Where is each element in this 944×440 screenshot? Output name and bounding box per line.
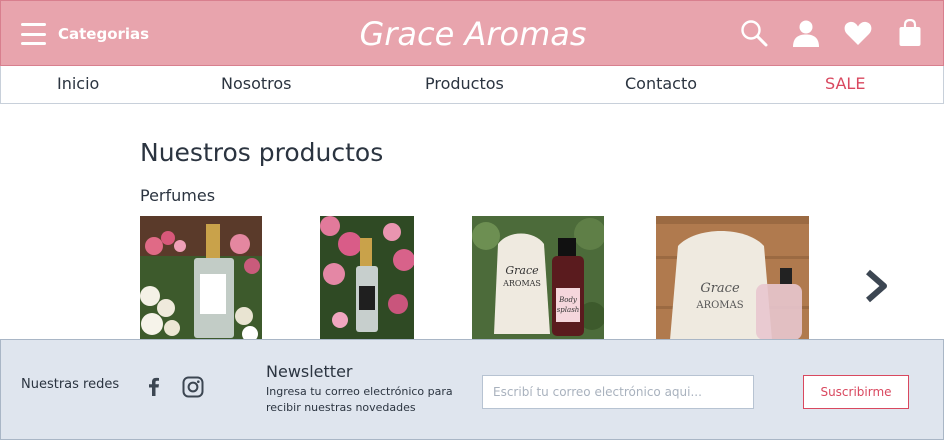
categories-label: Categorias [58, 25, 150, 43]
main-nav: Inicio Nosotros Productos Contacto SALE [0, 66, 944, 104]
product-card-2[interactable] [320, 216, 414, 340]
brand-logo[interactable]: Grace Aromas [359, 15, 586, 53]
page-title: Nuestros productos [140, 138, 384, 167]
newsletter-text: Ingresa tu correo electrónico para recib… [266, 385, 453, 414]
heart-icon[interactable] [843, 18, 873, 48]
facebook-icon[interactable] [142, 375, 166, 399]
footer: Nuestras redes Newsletter Ingresa tu cor… [0, 339, 944, 440]
email-input[interactable] [482, 375, 754, 409]
nav-sale[interactable]: SALE [825, 74, 865, 93]
product-card-1[interactable] [140, 216, 262, 340]
product-image-4: Grace AROMAS [656, 216, 809, 340]
svg-text:Body: Body [558, 296, 578, 304]
top-header: Categorias Grace Aromas [0, 0, 944, 66]
nav-inicio[interactable]: Inicio [57, 74, 99, 93]
svg-text:AROMAS: AROMAS [502, 279, 541, 288]
product-image-2 [320, 216, 414, 340]
social-label: Nuestras redes [21, 377, 120, 392]
product-image-1 [140, 216, 262, 340]
newsletter-title: Newsletter [266, 362, 353, 381]
subscribe-button[interactable]: Suscribirme [803, 375, 909, 409]
product-card-4[interactable]: Grace AROMAS [656, 216, 809, 340]
search-icon[interactable] [739, 18, 769, 48]
hamburger-icon [21, 23, 46, 45]
section-title: Perfumes [140, 186, 216, 205]
product-image-3: Grace AROMAS Body splash [472, 216, 604, 340]
svg-text:splash: splash [557, 306, 580, 314]
svg-text:Grace: Grace [505, 264, 539, 277]
instagram-icon[interactable] [181, 375, 205, 399]
nav-nosotros[interactable]: Nosotros [221, 74, 292, 93]
nav-contacto[interactable]: Contacto [625, 74, 697, 93]
chevron-right-icon[interactable] [862, 266, 892, 306]
categories-menu-button[interactable]: Categorias [21, 23, 149, 45]
shopping-bag-icon[interactable] [895, 18, 925, 48]
user-icon[interactable] [791, 18, 821, 48]
svg-text:AROMAS: AROMAS [695, 300, 743, 311]
product-card-3[interactable]: Grace AROMAS Body splash [472, 216, 604, 340]
svg-text:Grace: Grace [700, 281, 740, 296]
nav-productos[interactable]: Productos [425, 74, 504, 93]
